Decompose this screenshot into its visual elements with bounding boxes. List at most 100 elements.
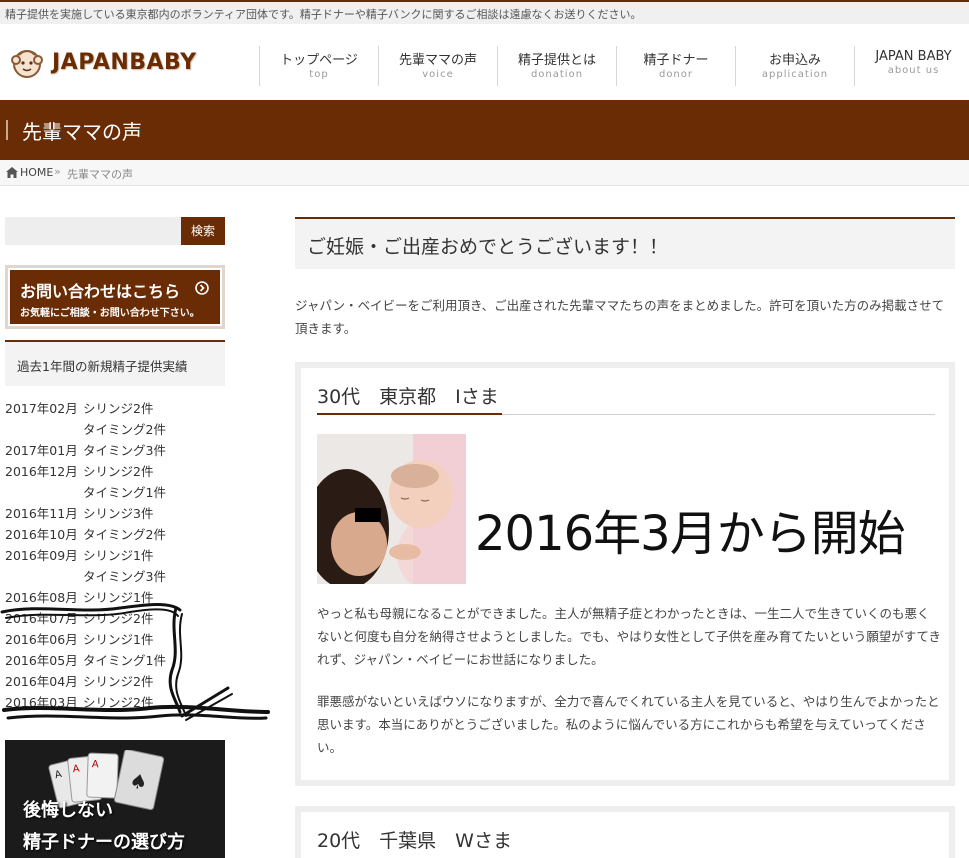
nav-item-voice[interactable]: 先輩ママの声 voice xyxy=(378,46,497,86)
search-button[interactable]: 検索 xyxy=(181,217,225,245)
breadcrumb-home-link[interactable]: HOME xyxy=(20,166,53,179)
baby-face-icon xyxy=(11,50,43,78)
record-row: 2016年08月 シリンジ1件 xyxy=(5,587,153,606)
record-row: タイミング3件 xyxy=(5,566,166,585)
testimonial-card: 20代 千葉県 Wさま xyxy=(295,806,955,858)
breadcrumb-separator: » xyxy=(54,165,61,178)
nav-label: JAPAN BABY xyxy=(875,49,952,64)
testimonial-heading: 20代 千葉県 Wさま xyxy=(317,830,512,852)
headline-clip: 2016年3月から開始 xyxy=(475,488,955,568)
record-date: 2017年01月 xyxy=(5,443,78,458)
circle-arrow-right-icon xyxy=(195,281,209,295)
nav-label: 先輩ママの声 xyxy=(398,53,477,68)
record-date: 2016年06月 xyxy=(5,632,78,647)
contact-banner-body: お問い合わせはこちら お気軽にご相談・お問い合わせ下さい。 xyxy=(10,270,220,324)
main-section-title: ご妊娠・ご出産おめでとうございます！！ xyxy=(295,217,955,269)
record-row: 2016年06月 シリンジ1件 xyxy=(5,629,153,648)
record-row: 2016年09月 シリンジ1件 xyxy=(5,545,153,564)
nav-sublabel: top xyxy=(309,69,329,80)
contact-banner-title: お問い合わせはこちら xyxy=(20,282,181,301)
records-widget-title: 過去1年間の新規精子提供実績 xyxy=(5,340,225,386)
nav-sublabel: donation xyxy=(530,69,584,80)
brand-name: JAPANBABY xyxy=(52,50,197,75)
nav-sublabel: application xyxy=(761,69,829,80)
record-date: 2016年09月 xyxy=(5,548,78,563)
title-bar-ornament xyxy=(6,120,8,140)
testimonial-paragraph-1: やっと私も母親になることができました。主人が無精子症とわかったときは、一生二人で… xyxy=(317,606,942,667)
record-row: タイミング1件 xyxy=(5,482,166,501)
record-row: 2016年10月 タイミング2件 xyxy=(5,524,166,543)
top-notice-bar: 精子提供を実施している東京都内のボランティア団体です。精子ドナーや精子バンクに関… xyxy=(0,0,969,24)
main-title-text: ご妊娠・ご出産おめでとうございます！！ xyxy=(307,236,669,258)
banner-line-1: 後悔しない xyxy=(23,800,113,821)
record-date: 2017年02月 xyxy=(5,401,78,416)
record-item: シリンジ1件 xyxy=(83,632,154,647)
nav-sublabel: about us xyxy=(887,65,940,76)
record-date: 2016年04月 xyxy=(5,674,78,689)
site-header: JAPANBABY トップページ top 先輩ママの声 voice 精子提供とは… xyxy=(0,24,969,100)
nav-label: お申込み xyxy=(768,53,821,68)
record-item: シリンジ2件 xyxy=(83,674,154,689)
record-row: 2017年02月 シリンジ2件 xyxy=(5,398,153,417)
donor-guide-banner[interactable]: A A A ♠ 後悔しない 精子ドナーの選び方 xyxy=(5,740,225,858)
record-row: 2016年04月 シリンジ2件 xyxy=(5,671,153,690)
record-item: シリンジ2件 xyxy=(83,611,154,626)
testimonial-headline: 2016年3月から開始 xyxy=(475,506,906,562)
record-row: 2016年11月 シリンジ3件 xyxy=(5,503,153,522)
record-row: 2016年05月 タイミング1件 xyxy=(5,650,166,669)
record-item: シリンジ1件 xyxy=(83,590,154,605)
svg-text:A: A xyxy=(92,759,99,770)
record-row: タイミング2件 xyxy=(5,419,166,438)
record-item: タイミング1件 xyxy=(83,485,166,500)
record-item: シリンジ3件 xyxy=(83,506,154,521)
record-date: 2016年05月 xyxy=(5,653,78,668)
nav-item-donation[interactable]: 精子提供とは donation xyxy=(497,46,616,86)
record-item: タイミング3件 xyxy=(83,443,166,458)
record-row: 2016年12月 シリンジ2件 xyxy=(5,461,153,480)
record-date: 2016年11月 xyxy=(5,506,78,521)
breadcrumb-current: 先輩ママの声 xyxy=(67,168,133,181)
record-date: 2016年03月 xyxy=(5,695,78,710)
top-notice-text: 精子提供を実施している東京都内のボランティア団体です。精子ドナーや精子バンクに関… xyxy=(5,8,642,21)
record-row: 2016年03月 シリンジ2件 xyxy=(5,692,153,711)
search-input[interactable] xyxy=(5,217,181,245)
record-date: 2016年08月 xyxy=(5,590,78,605)
nav-label: トップページ xyxy=(280,53,358,68)
record-item: シリンジ2件 xyxy=(83,695,154,710)
nav-sublabel: voice xyxy=(422,69,454,80)
nav-item-about[interactable]: JAPAN BABY about us xyxy=(854,46,969,86)
record-row: 2017年01月 タイミング3件 xyxy=(5,440,166,459)
testimonial-paragraph-2: 罪悪感がないといえばウソになりますが、全力で喜んでくれている主人を見ていると、や… xyxy=(317,694,940,755)
record-item: タイミング2件 xyxy=(83,422,166,437)
record-row: 2016年07月 シリンジ2件 xyxy=(5,608,153,627)
contact-banner-subtitle: お気軽にご相談・お問い合わせ下さい。 xyxy=(20,308,200,319)
nav-item-donor[interactable]: 精子ドナー donor xyxy=(616,46,735,86)
heading-rule-accent xyxy=(317,413,502,415)
contact-banner[interactable]: お問い合わせはこちら お気軽にご相談・お問い合わせ下さい。 xyxy=(5,265,225,329)
records-title: 過去1年間の新規精子提供実績 xyxy=(17,359,188,374)
nav-label: 精子提供とは xyxy=(517,53,596,68)
testimonial-card: 30代 東京都 Iさま 2016年3月から開始 やっと私も母親になることができま… xyxy=(295,362,955,786)
record-item: タイミング3件 xyxy=(83,569,166,584)
svg-text:A: A xyxy=(72,764,80,776)
nav-item-application[interactable]: お申込み application xyxy=(735,46,854,86)
testimonial-heading: 30代 東京都 Iさま xyxy=(317,386,499,408)
nav-label: 精子ドナー xyxy=(643,53,709,68)
record-date: 2016年12月 xyxy=(5,464,78,479)
record-item: シリンジ2件 xyxy=(83,401,154,416)
record-item: シリンジ2件 xyxy=(83,464,154,479)
breadcrumb: HOME » 先輩ママの声 xyxy=(0,160,969,186)
site-logo[interactable]: JAPANBABY xyxy=(10,44,210,84)
mother-baby-photo xyxy=(317,434,466,584)
intro-text: ジャパン・ベイビーをご利用頂き、ご出産された先輩ママたちの声をまとめました。許可… xyxy=(295,298,945,336)
record-item: タイミング1件 xyxy=(83,653,166,668)
home-icon xyxy=(6,167,18,178)
nav-item-top[interactable]: トップページ top xyxy=(259,46,378,86)
record-item: タイミング2件 xyxy=(83,527,166,542)
banner-line-2: 精子ドナーの選び方 xyxy=(23,832,185,853)
record-date: 2016年10月 xyxy=(5,527,78,542)
record-item: シリンジ1件 xyxy=(83,548,154,563)
record-date: 2016年07月 xyxy=(5,611,78,626)
nav-sublabel: donor xyxy=(658,69,694,80)
page-title-band: 先輩ママの声 xyxy=(0,100,969,160)
